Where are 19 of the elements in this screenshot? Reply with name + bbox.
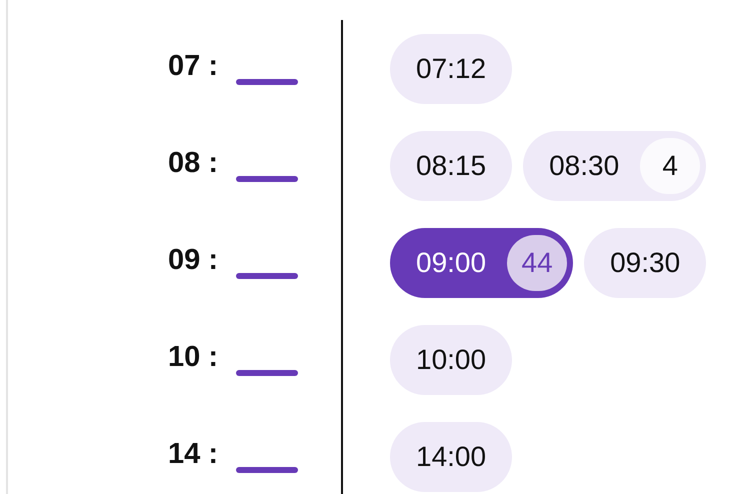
time-slot-chip[interactable]: 10:00 (390, 324, 512, 394)
hour-label: 08 : (168, 147, 218, 180)
hour-label: 10 : (168, 341, 218, 374)
dash-mark (236, 176, 298, 182)
dash-mark (236, 272, 298, 278)
time-slot-chip[interactable]: 08:30 4 (523, 130, 706, 200)
time-slot-chip[interactable]: 14:00 (390, 422, 512, 492)
dash-mark (236, 370, 298, 376)
time-slot-chip[interactable]: 09:30 (584, 228, 706, 298)
dash-mark (236, 466, 298, 472)
hour-label: 07 : (168, 50, 218, 83)
hour-label: 14 : (168, 438, 218, 471)
time-slot-chip[interactable]: 07:12 (390, 34, 512, 104)
dash-mark (236, 78, 298, 84)
time-slot-chip[interactable]: 08:15 (390, 130, 512, 200)
time-slot-chip[interactable]: 09:00 44 (390, 228, 574, 298)
count-badge: 4 (640, 138, 700, 194)
hour-label: 09 : (168, 244, 218, 277)
count-badge: 44 (507, 234, 568, 290)
